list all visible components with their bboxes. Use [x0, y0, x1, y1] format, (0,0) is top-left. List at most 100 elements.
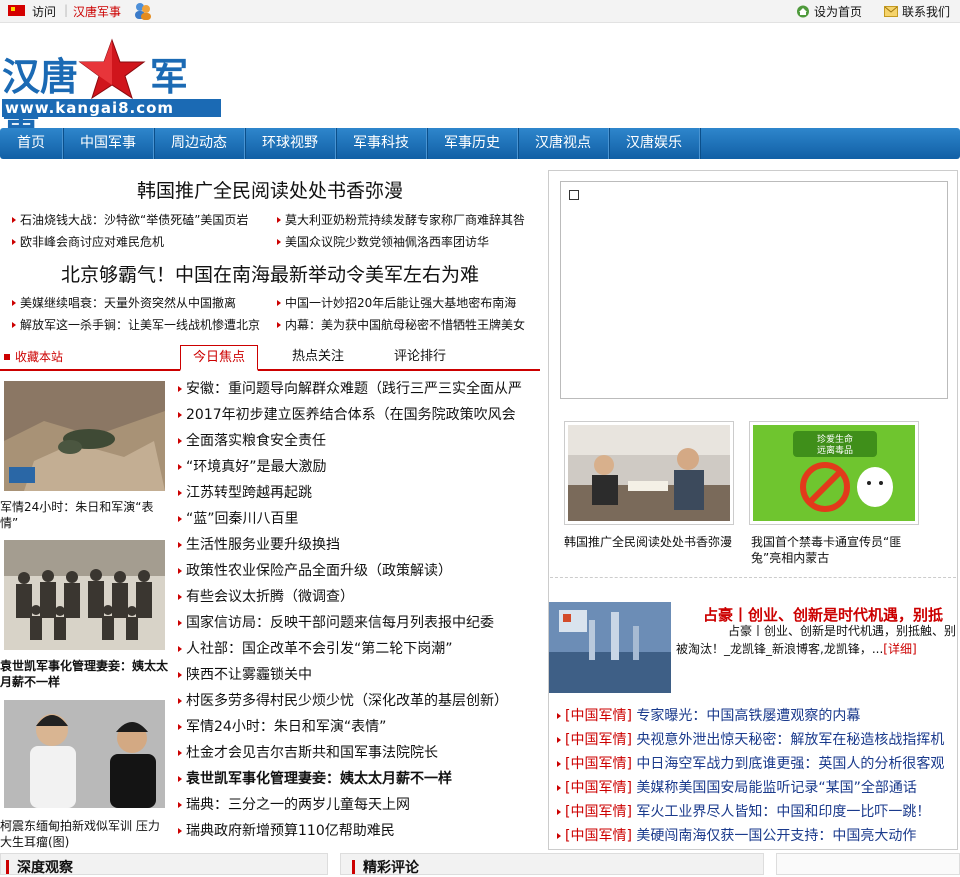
- ad-frame[interactable]: [560, 181, 948, 399]
- bullet-icon: [277, 322, 281, 328]
- photo-card[interactable]: 军情24小时：朱日和军演“表情”: [0, 381, 168, 531]
- nav-item-home[interactable]: 首页: [0, 128, 63, 159]
- photo-card-antidrug[interactable]: 珍爱生命 远离毒品: [749, 421, 919, 525]
- historical-group-photo: [4, 540, 165, 650]
- list-item[interactable]: 村医多劳多得村民少烦少忧（深化改革的基层创新）: [178, 690, 528, 716]
- news-row: 石油烧钱大战：沙特欲“举债死磕”美国页岩 莫大利亚奶粉荒持续发酵专家称厂商难辞其咎: [12, 209, 542, 231]
- list-item-text: 杜金才会见吉尔吉斯共和国军事法院院长: [186, 745, 438, 761]
- photo-caption[interactable]: 袁世凯军事化管理妻妾：姨太太月薪不一样: [0, 658, 168, 690]
- list-item[interactable]: 军情24小时：朱日和军演“表情”: [178, 716, 528, 742]
- title-bar-icon: [352, 860, 355, 874]
- bullet-icon: [178, 464, 182, 470]
- list-item-text: 村医多劳多得村民少烦少忧（深化改革的基层创新）: [186, 693, 508, 709]
- list-item[interactable]: 2017年初步建立医养结合体系（在国务院政策吹风会: [178, 404, 528, 430]
- photo-card[interactable]: 柯震东缅甸拍新戏似军训 压力大生耳瘤(图): [0, 700, 168, 850]
- list-item-text: “环境真好”是最大激励: [186, 459, 327, 475]
- tab-hot-topics[interactable]: 热点关注: [280, 345, 356, 369]
- list-item[interactable]: 杜金才会见吉尔吉斯共和国军事法院院长: [178, 742, 528, 768]
- list-item[interactable]: 瑞典政府新增预算110亿帮助难民: [178, 820, 528, 846]
- list-item[interactable]: “蓝”回秦川八百里: [178, 508, 528, 534]
- list-item[interactable]: 生活性服务业要升级换挡: [178, 534, 528, 560]
- news-link[interactable]: 美国众议院少数党领袖佩洛西率团访华: [277, 231, 542, 253]
- bullet-icon: [277, 217, 281, 223]
- set-homepage-link[interactable]: 设为首页: [796, 3, 862, 20]
- photo-caption[interactable]: 军情24小时：朱日和军演“表情”: [0, 499, 168, 531]
- category-tag: [中国军情]: [565, 828, 632, 844]
- list-item[interactable]: [中国军情] 美硬闯南海仅获一国公开支持：中国亮大动作: [557, 824, 957, 848]
- headline-2[interactable]: 北京够霸气！中国在南海最新举动令美军左右为难: [0, 260, 540, 287]
- list-item[interactable]: 政策性农业保险产品全面升级（政策解读）: [178, 560, 528, 586]
- photo-caption[interactable]: 韩国推广全民阅读处处书香弥漫: [564, 534, 732, 550]
- list-item[interactable]: 安徽：重问题导向解群众难题（践行三严三实全面从严: [178, 378, 528, 404]
- news-link[interactable]: 中国一计妙招20年后能让强大基地密布南海: [277, 292, 542, 314]
- china-flag-icon: [8, 5, 25, 16]
- list-item[interactable]: [中国军情] 专家曝光：中国高铁屡遭观察的内幕: [557, 704, 957, 728]
- nav-item-china-military[interactable]: 中国军事: [63, 128, 154, 159]
- bullet-icon: [178, 568, 182, 574]
- tab-comment-ranking[interactable]: 评论排行: [382, 345, 458, 369]
- contact-us-label: 联系我们: [901, 5, 950, 19]
- bottom-right-bar: [776, 853, 960, 875]
- list-item-text: 中日海空军战力到底谁更强：英国人的分析很客观: [636, 756, 945, 772]
- list-item[interactable]: [中国军情] 央视意外泄出惊天秘密：解放军在秘造核战指挥机: [557, 728, 957, 752]
- list-item-text: 军情24小时：朱日和军演“表情”: [186, 719, 387, 735]
- photo-caption[interactable]: 我国首个禁毒卡通宣传员“匪兔”亮相内蒙古: [751, 534, 921, 566]
- nav-item-entertainment[interactable]: 汉唐娱乐: [609, 128, 700, 159]
- bullet-icon: [178, 438, 182, 444]
- title-bar-icon: [6, 860, 9, 874]
- list-item[interactable]: 全面落实粮食安全责任: [178, 430, 528, 456]
- list-item[interactable]: “环境真好”是最大激励: [178, 456, 528, 482]
- list-item-text: 生活性服务业要升级换挡: [186, 537, 340, 553]
- list-item[interactable]: [中国军情] 中日海空军战力到底谁更强：英国人的分析很客观: [557, 752, 957, 776]
- news-link[interactable]: 石油烧钱大战：沙特欲“举债死磕”美国页岩: [12, 209, 277, 231]
- city-skyline-image[interactable]: [549, 602, 671, 693]
- list-item[interactable]: 袁世凯军事化管理妻妾：姨太太月薪不一样: [178, 768, 528, 794]
- bullet-icon: [178, 776, 182, 782]
- photo-caption[interactable]: 柯震东缅甸拍新戏似军训 压力大生耳瘤(图): [0, 818, 168, 850]
- news-link[interactable]: 解放军这一杀手锏：让美军一线战机惨遭北京: [12, 314, 277, 336]
- category-tag: [中国军情]: [565, 780, 632, 796]
- bullet-icon: [178, 698, 182, 704]
- site-logo[interactable]: 汉唐军事 www.kangai8.com: [2, 38, 222, 154]
- list-item[interactable]: 人社部：国企改革不会引发“第二轮下岗潮”: [178, 638, 528, 664]
- contact-us-link[interactable]: 联系我们: [883, 3, 950, 20]
- nav-item-tech[interactable]: 军事科技: [336, 128, 427, 159]
- section-title-deep-text: 深度观察: [17, 860, 73, 876]
- set-homepage-label: 设为首页: [813, 5, 862, 19]
- list-item[interactable]: 有些会议太折腾（微调查）: [178, 586, 528, 612]
- list-item[interactable]: [中国军情] 军火工业界尽人皆知：中国和印度一比吓一跳！: [557, 800, 957, 824]
- home-icon: [796, 5, 809, 18]
- bullet-icon: [557, 737, 561, 743]
- nav-item-history[interactable]: 军事历史: [427, 128, 518, 159]
- antidrug-cartoon-image: 珍爱生命 远离毒品: [753, 425, 915, 521]
- list-item[interactable]: 国家信访局：反映干部问题来信每月列表报中纪委: [178, 612, 528, 638]
- user-group-icon[interactable]: [133, 1, 153, 21]
- details-link[interactable]: [详细]: [883, 642, 916, 656]
- headline-1[interactable]: 韩国推广全民阅读处处书香弥漫: [0, 176, 540, 203]
- tab-today-focus[interactable]: 今日焦点: [180, 345, 258, 371]
- bullet-icon: [557, 713, 561, 719]
- logo-url: www.kangai8.com: [2, 99, 221, 117]
- category-tag: [中国军情]: [565, 732, 632, 748]
- photo-card-reading[interactable]: [564, 421, 734, 525]
- list-item[interactable]: 江苏转型跨越再起跳: [178, 482, 528, 508]
- news-link[interactable]: 内幕：美为获中国航母秘密不惜牺牲王牌美女: [277, 314, 542, 336]
- bullet-icon: [178, 646, 182, 652]
- list-item[interactable]: [中国军情] 美媒称美国国安局能监听记录“某国”全部通话: [557, 776, 957, 800]
- bullet-icon: [178, 386, 182, 392]
- nav-item-viewpoint[interactable]: 汉唐视点: [518, 128, 609, 159]
- site-name-link[interactable]: 汉唐军事: [73, 3, 121, 20]
- photo-card[interactable]: 袁世凯军事化管理妻妾：姨太太月薪不一样: [0, 540, 168, 690]
- news-link[interactable]: 美媒继续唱衰：天量外资突然从中国撤离: [12, 292, 277, 314]
- nav-item-neighbors[interactable]: 周边动态: [154, 128, 245, 159]
- bookmark-site-link[interactable]: 收藏本站: [4, 348, 63, 365]
- nav-item-global[interactable]: 环球视野: [245, 128, 336, 159]
- list-item[interactable]: 陕西不让雾霾锁关中: [178, 664, 528, 690]
- news-link[interactable]: 莫大利亚奶粉荒持续发酵专家称厂商难辞其咎: [277, 209, 542, 231]
- section-title-deep: 深度观察: [6, 857, 73, 877]
- list-item[interactable]: 瑞典：三分之一的两岁儿童每天上网: [178, 794, 528, 820]
- visit-link[interactable]: 访问: [32, 3, 56, 20]
- news-row: 欧非峰会商讨应对难民危机 美国众议院少数党领袖佩洛西率团访华: [12, 231, 542, 253]
- list-item-text: 美硬闯南海仅获一国公开支持：中国亮大动作: [636, 828, 917, 844]
- news-link[interactable]: 欧非峰会商讨应对难民危机: [12, 231, 277, 253]
